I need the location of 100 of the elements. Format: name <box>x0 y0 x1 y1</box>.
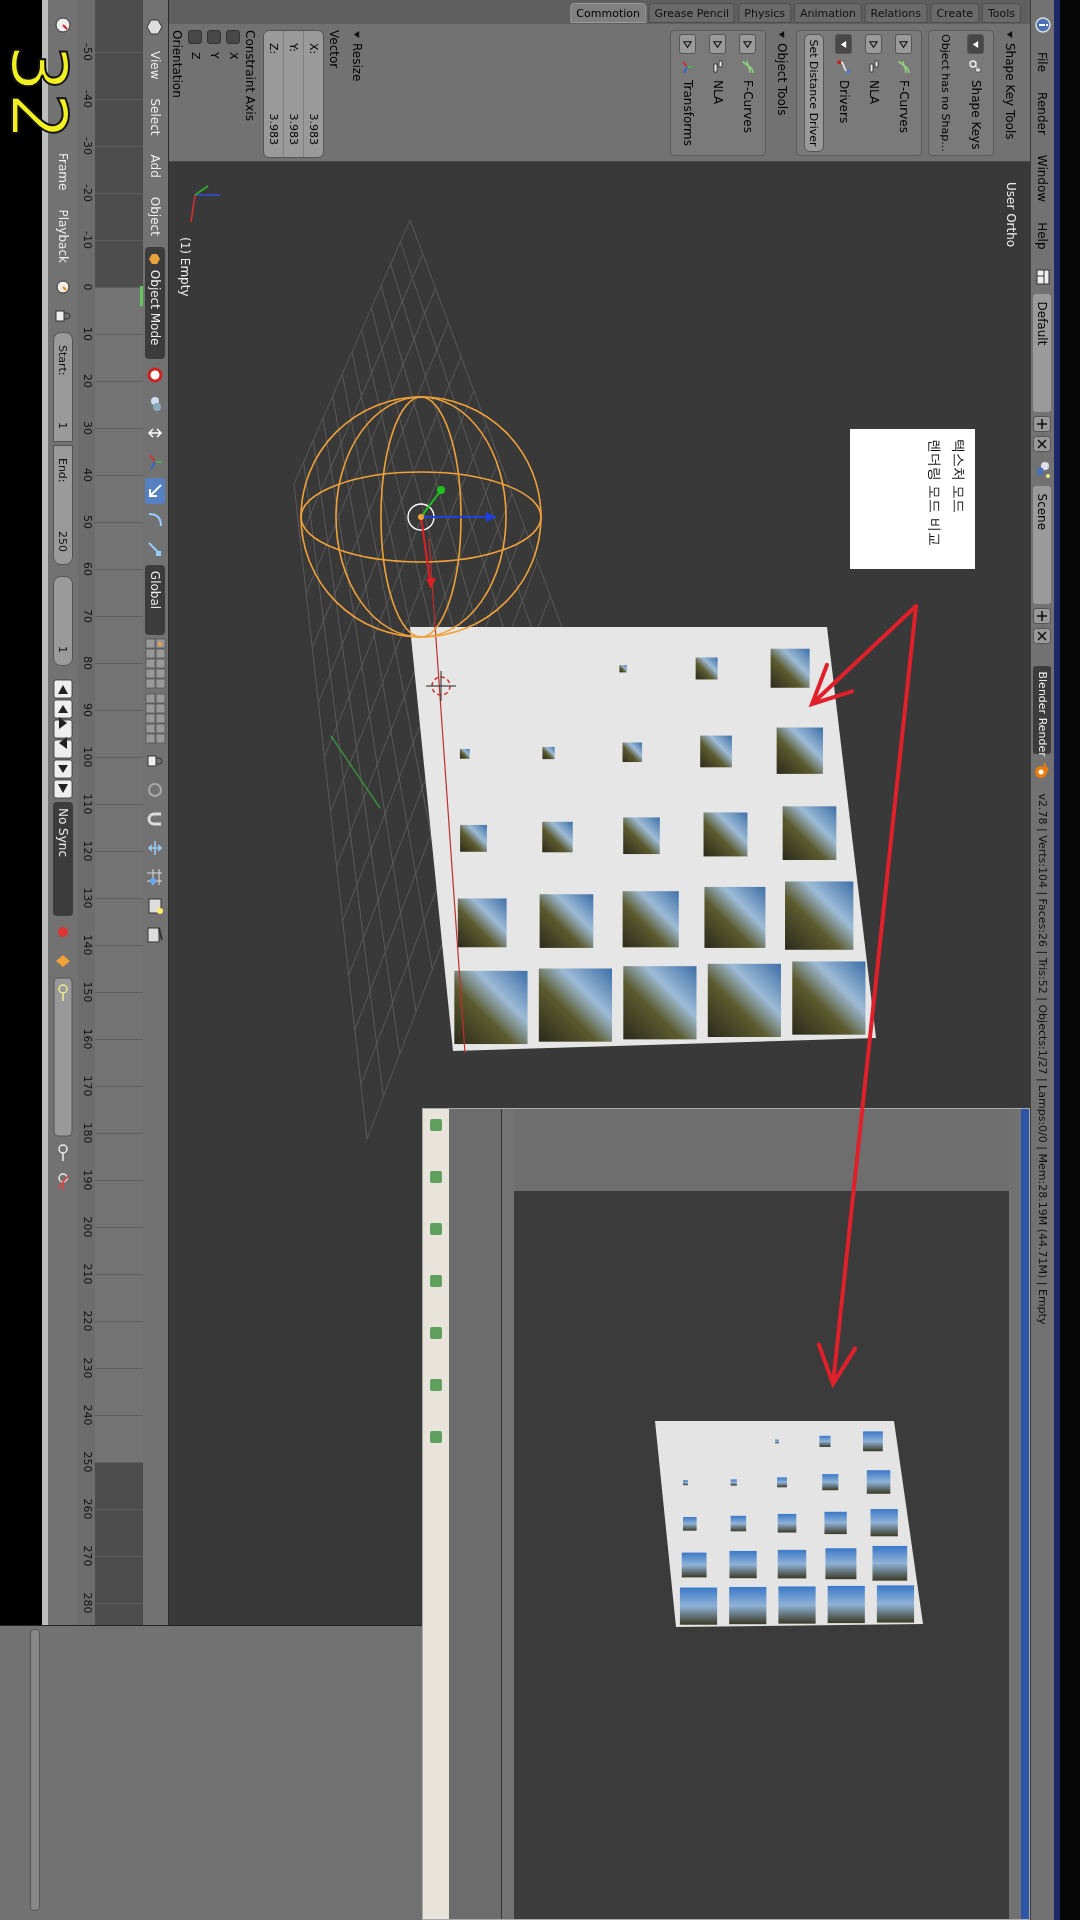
playback-controls-icon[interactable] <box>53 678 73 799</box>
vector-field[interactable]: X: 3.983 Y: 3.983 Z: 3.983 <box>263 30 324 158</box>
expand-toggle[interactable] <box>835 34 853 54</box>
current-frame-field[interactable]: 1 <box>53 575 73 666</box>
shelf-tab[interactable]: Physics <box>738 3 791 23</box>
3d-cursor-icon <box>425 670 457 702</box>
panel-title[interactable]: Object Tools <box>775 43 789 116</box>
checkbox[interactable] <box>226 30 241 44</box>
taskbar-icon[interactable] <box>430 1119 442 1131</box>
menu-item[interactable]: Playback <box>56 209 70 263</box>
close-icon[interactable] <box>1033 627 1052 644</box>
frame-number: 30 <box>81 421 94 435</box>
scene-field[interactable]: Scene <box>1033 485 1052 604</box>
taskbar-icon[interactable] <box>430 1379 442 1391</box>
field-label: Vector <box>327 30 341 71</box>
timeline-track[interactable] <box>95 0 143 1625</box>
caret-right-icon <box>899 39 909 49</box>
end-frame-field[interactable]: End: 250 <box>53 444 73 565</box>
keying-set-field[interactable] <box>53 976 73 1137</box>
caret-down-icon[interactable] <box>777 30 787 39</box>
row-label: F-Curves <box>897 80 911 133</box>
note-text: 렌더링 모드 비교 <box>926 439 943 548</box>
strips-icon <box>710 59 726 75</box>
checkbox[interactable] <box>188 30 203 44</box>
object-label: (1) Empty <box>178 237 192 297</box>
frame-number: -30 <box>81 137 94 155</box>
frame-number: 160 <box>81 1028 94 1050</box>
menu-item[interactable]: Add <box>148 154 163 178</box>
shelf-tab[interactable]: Animation <box>793 3 862 23</box>
menu-item[interactable]: Frame <box>56 153 70 191</box>
info-text: Object has no Shap... <box>939 34 953 152</box>
expand-toggle[interactable] <box>865 34 883 54</box>
frame-number: 140 <box>81 934 94 956</box>
row-label: NLA <box>711 80 725 105</box>
caret-right-icon <box>743 39 753 49</box>
taskbar-icon[interactable] <box>430 1171 442 1183</box>
menu-item[interactable]: Render <box>1035 92 1050 135</box>
field-label: Constraint Axis <box>243 30 257 123</box>
frame-number: 100 <box>81 746 94 768</box>
frame-number: -50 <box>81 43 94 61</box>
caret-down-icon[interactable] <box>352 30 362 39</box>
frame-number: 110 <box>81 793 94 815</box>
checkbox-label: Y <box>208 52 221 59</box>
shelf-tab[interactable]: Create <box>930 3 979 23</box>
taskbar-icon[interactable] <box>430 1275 442 1287</box>
add-icon[interactable] <box>1033 607 1052 624</box>
taskbar-icon[interactable] <box>430 1327 442 1339</box>
panel-title[interactable]: Resize <box>350 43 364 82</box>
caret-down-icon <box>839 39 849 49</box>
sync-dropdown[interactable]: No Sync <box>53 801 73 916</box>
layout-field[interactable]: Default <box>1033 293 1052 412</box>
taskbar-icon[interactable] <box>430 1223 442 1235</box>
start-frame-field[interactable]: Start: 1 <box>53 331 73 442</box>
axis-gizmo-icon <box>190 185 221 223</box>
close-icon[interactable] <box>1033 435 1052 452</box>
curve-icon <box>740 59 756 75</box>
menu-item[interactable]: Window <box>1035 154 1050 203</box>
frame-number: 50 <box>81 515 94 529</box>
row-label: F-Curves <box>741 80 755 133</box>
row-label: Shape Keys <box>969 80 983 150</box>
expand-toggle[interactable] <box>895 34 913 54</box>
panel-title[interactable]: Shape Key Tools <box>1003 43 1017 140</box>
frame-number: 190 <box>81 1169 94 1191</box>
row-label: Drivers <box>837 80 851 124</box>
frame-number: 90 <box>81 703 94 717</box>
mode-dropdown[interactable]: Object Mode <box>145 246 166 359</box>
add-icon[interactable] <box>1033 415 1052 432</box>
shelf-tab[interactable]: Relations <box>864 3 928 23</box>
expand-toggle[interactable] <box>739 34 757 54</box>
set-driver-button[interactable]: Set Distance Driver <box>804 34 824 152</box>
frame-number: 210 <box>81 1263 94 1285</box>
frame-number: 0 <box>81 283 94 291</box>
checkbox[interactable] <box>207 30 222 44</box>
shelf-tab[interactable]: Grease Pencil <box>648 3 736 23</box>
menu-item[interactable]: Select <box>148 98 163 136</box>
layers-grid-icon[interactable] <box>144 637 167 690</box>
shelf-tab[interactable]: Tools <box>981 3 1021 23</box>
frame-number: 130 <box>81 887 94 909</box>
frame-number: 80 <box>81 656 94 670</box>
frame-number: -20 <box>81 184 94 202</box>
taskbar-icon[interactable] <box>430 1431 442 1443</box>
scrollbar[interactable] <box>30 1629 40 1911</box>
frame-number: 180 <box>81 1122 94 1144</box>
expand-toggle[interactable] <box>679 34 697 54</box>
frame-number: 220 <box>81 1310 94 1332</box>
driver-icon <box>836 59 852 75</box>
caret-down-icon[interactable] <box>1005 30 1015 39</box>
menu-item[interactable]: Help <box>1035 222 1050 250</box>
expand-toggle[interactable] <box>709 34 727 54</box>
row-label: NLA <box>867 80 881 105</box>
menu-item[interactable]: File <box>1035 52 1050 73</box>
menu-item[interactable]: View <box>148 51 163 80</box>
menu-item[interactable]: Object <box>148 196 163 236</box>
orientation-dropdown[interactable]: Global <box>145 564 166 635</box>
strips-icon <box>866 59 882 75</box>
frame-number: 40 <box>81 468 94 482</box>
shelf-tab[interactable]: Commotion <box>569 3 646 23</box>
frame-number: 10 <box>81 327 94 341</box>
expand-toggle[interactable] <box>967 34 985 54</box>
caret-down-icon <box>971 39 981 49</box>
